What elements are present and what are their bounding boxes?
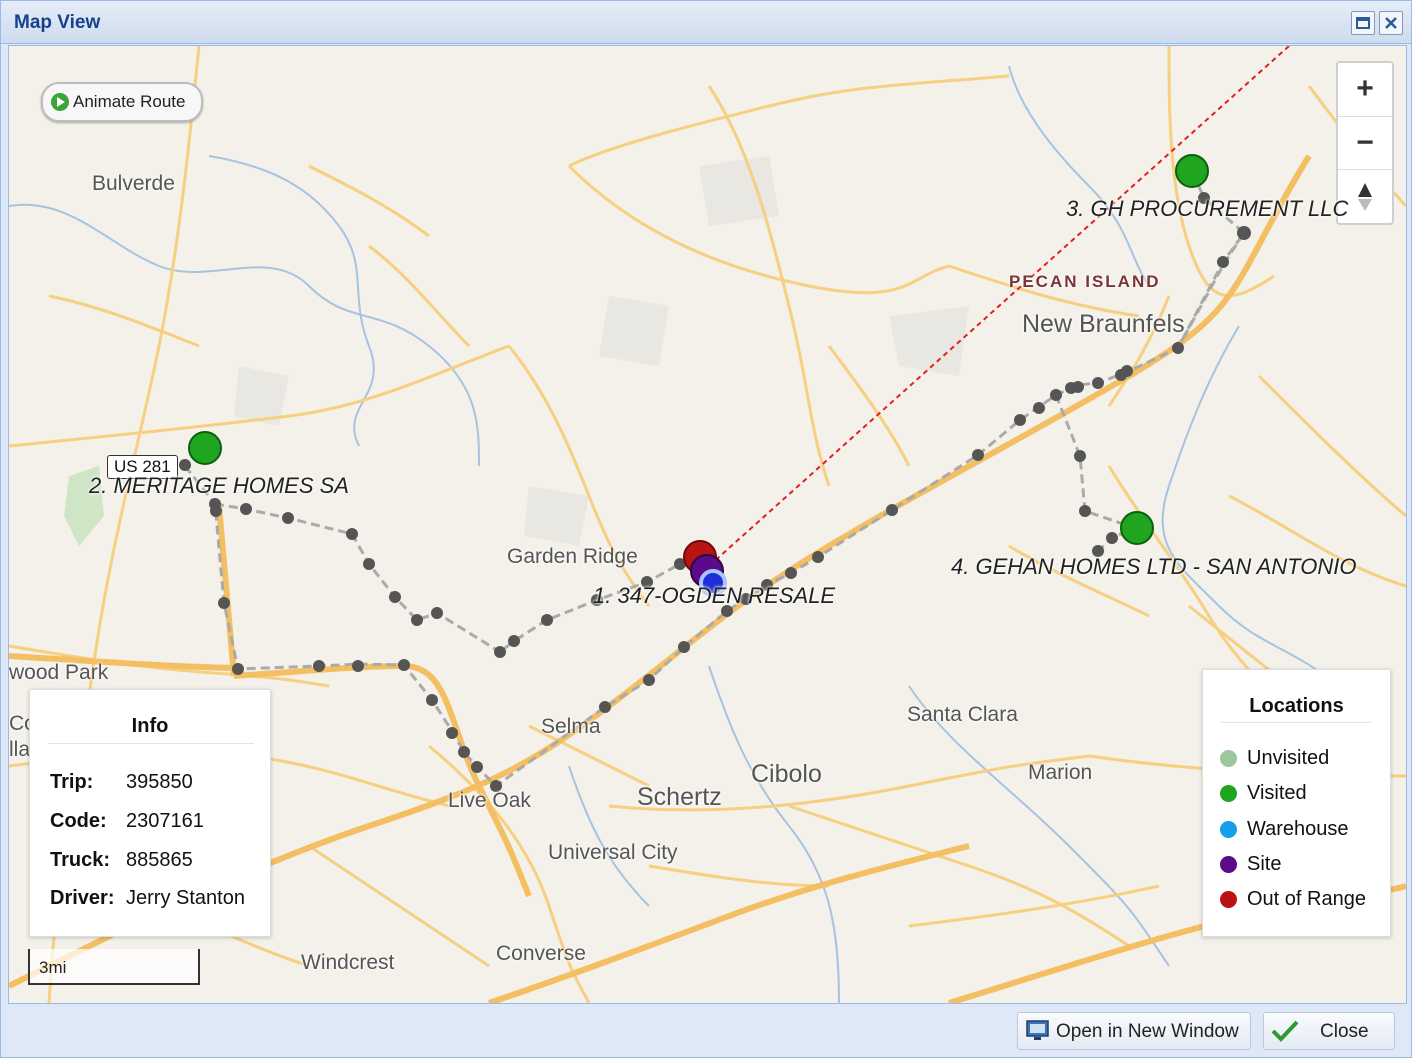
stop-marker-3 xyxy=(1175,154,1209,188)
locations-legend: Locations Unvisited Visited Warehouse Si… xyxy=(1202,669,1391,937)
legend-title: Locations xyxy=(1249,695,1344,717)
info-driver-label: Driver: xyxy=(50,887,115,909)
place-cibolo: Cibolo xyxy=(751,760,822,788)
legend-dot xyxy=(1220,821,1237,838)
open-new-window-button[interactable]: Open in New Window xyxy=(1017,1012,1251,1050)
animate-route-label: Animate Route xyxy=(73,92,186,111)
info-driver-value: Jerry Stanton xyxy=(126,887,245,909)
place-bulverde: Bulverde xyxy=(92,172,175,195)
place-live-oak: Live Oak xyxy=(448,789,531,812)
zoom-in-button[interactable]: + xyxy=(1338,63,1392,115)
open-new-window-label: Open in New Window xyxy=(1056,1021,1239,1042)
legend-dot xyxy=(1220,856,1237,873)
play-icon xyxy=(51,93,69,111)
stop-marker-2 xyxy=(188,431,222,465)
info-truck-value: 885865 xyxy=(126,849,193,871)
stop-label-3: 3. GH PROCUREMENT LLC xyxy=(1066,196,1349,221)
maximize-button[interactable] xyxy=(1351,11,1375,35)
map-canvas[interactable]: Animate Route + − Bulverde PECAN ISLAND … xyxy=(8,45,1407,1004)
zoom-out-button[interactable]: − xyxy=(1338,117,1392,169)
place-schertz: Schertz xyxy=(637,783,722,811)
window-titlebar: Map View xyxy=(1,1,1411,44)
minus-icon: − xyxy=(1356,126,1374,159)
info-title: Info xyxy=(131,715,169,737)
plus-icon: + xyxy=(1356,72,1374,105)
legend-dot xyxy=(1220,891,1237,908)
info-truck-label: Truck: xyxy=(50,849,111,871)
info-panel: Info Trip: 395850 Code: 2307161 Truck: 8858… xyxy=(29,689,271,937)
info-driver-row: Driver: Jerry Stanton xyxy=(50,887,245,910)
close-label: Close xyxy=(1320,1021,1369,1042)
stop-label-2: 2. MERITAGE HOMES SA xyxy=(89,473,349,498)
place-converse: Converse xyxy=(496,942,586,965)
place-wood-park: wood Park xyxy=(9,661,109,684)
maximize-icon xyxy=(1356,17,1370,29)
stop-label-4: 4. GEHAN HOMES LTD - SAN ANTONIO xyxy=(951,554,1357,579)
place-garden-ridge: Garden Ridge xyxy=(507,545,638,568)
close-window-button[interactable] xyxy=(1379,11,1403,35)
info-code-value: 2307161 xyxy=(126,810,204,832)
window-title: Map View xyxy=(14,12,101,33)
place-windcrest: Windcrest xyxy=(301,951,395,974)
info-code-row: Code: 2307161 xyxy=(50,810,204,833)
map-scale-bar: 3mi xyxy=(28,949,200,985)
checkmark-icon xyxy=(1271,1020,1299,1042)
place-universal-city: Universal City xyxy=(548,841,678,864)
place-new-braunfels: New Braunfels xyxy=(1022,310,1185,338)
info-trip-value: 395850 xyxy=(126,771,193,793)
scale-label: 3mi xyxy=(39,958,67,977)
info-trip-label: Trip: xyxy=(50,771,94,793)
legend-dot xyxy=(1220,785,1237,802)
info-trip-row: Trip: 395850 xyxy=(50,771,193,794)
legend-dot xyxy=(1220,750,1237,767)
stop-label-1: 1. 347-OGDEN RESALE xyxy=(593,583,836,608)
info-code-label: Code: xyxy=(50,810,107,832)
stop-markers xyxy=(188,154,1209,597)
place-pecan-island: PECAN ISLAND xyxy=(1009,272,1161,291)
place-edge-lla: lla xyxy=(9,738,31,761)
place-selma: Selma xyxy=(541,715,601,738)
info-truck-row: Truck: 885865 xyxy=(50,849,193,872)
close-icon xyxy=(1385,17,1397,29)
place-marion: Marion xyxy=(1028,761,1093,784)
place-santa-clara: Santa Clara xyxy=(907,703,1018,726)
stop-marker-4 xyxy=(1120,511,1154,545)
monitor-icon xyxy=(1026,1020,1049,1040)
map-view-window: Map View Animate Route + − Bulverde PECA… xyxy=(0,0,1412,1058)
animate-route-button[interactable]: Animate Route xyxy=(41,82,203,122)
close-button[interactable]: Close xyxy=(1263,1012,1395,1050)
